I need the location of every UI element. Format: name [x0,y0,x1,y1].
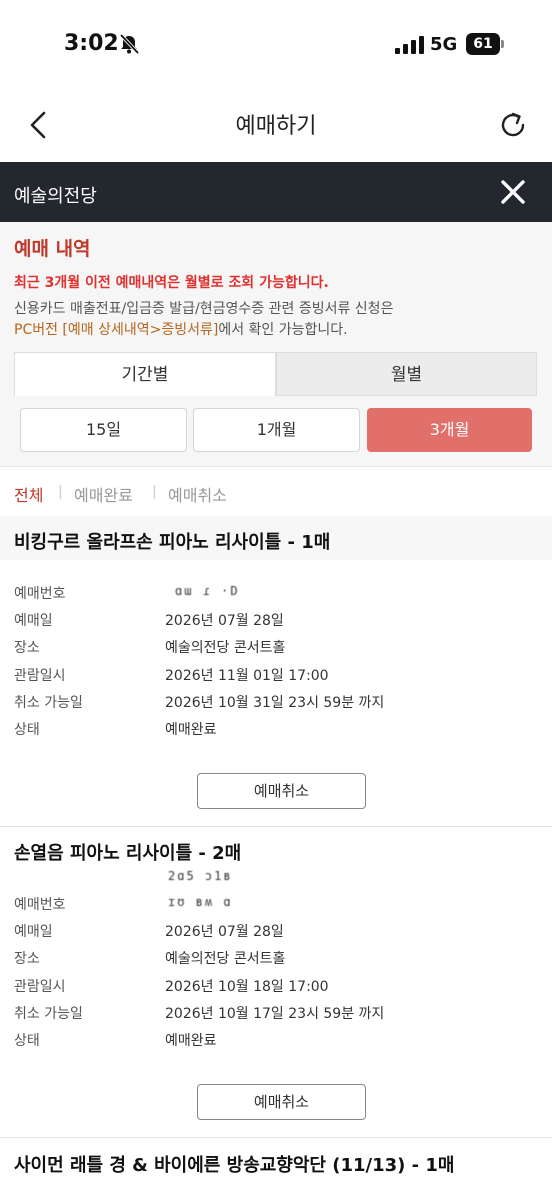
filter-completed[interactable]: 예매완료 [74,482,133,506]
tab-by-period[interactable]: 기간별 [14,352,276,396]
status-label: 상태 [14,722,40,738]
range-15-days-button[interactable]: 15일 [20,408,187,452]
status-bar: 3:02 5G 61 [0,0,552,90]
place-value: 예술의전당 콘서트홀 [165,640,286,656]
info-warning: 최근 3개월 이전 예매내역은 월별로 조회 가능합니다. [14,275,329,291]
booking-no-value: ɑɯ ɾ ·D [175,584,240,598]
show-datetime-value: 2026년 10월 18일 17:00 [165,979,329,995]
status-value: 예매완료 [165,722,217,738]
cancel-until-label: 취소 가능일 [14,695,83,711]
info-line-2-text: 에서 확인 가능합니다. [218,322,348,338]
status-time: 3:02 [64,31,119,56]
show-datetime-label: 관람일시 [14,979,66,995]
booking-title: 비킹구르 올라프손 피아노 리사이틀 - 1매 [14,532,331,553]
filter-separator: | [152,484,157,500]
booking-title: 손열음 피아노 리사이틀 - 2매 [14,843,242,864]
nav-header: 예매하기 [0,90,552,162]
page-title: 예매하기 [235,114,317,139]
venue-bar: 예술의전당 [0,162,552,222]
filter-separator: | [58,484,63,500]
booking-date-value: 2026년 07월 28일 [165,924,284,940]
refresh-icon[interactable] [498,110,528,140]
status-filter: 전체 | 예매완료 | 예매취소 [0,466,552,516]
booking-date-label: 예매일 [14,613,53,629]
booking-date-value: 2026년 07월 28일 [165,613,284,629]
cancel-until-value: 2026년 10월 17일 23시 59분 까지 [165,1006,385,1022]
show-datetime-label: 관람일시 [14,668,66,684]
place-value: 예술의전당 콘서트홀 [165,951,286,967]
booking-date-label: 예매일 [14,924,53,940]
status-label: 상태 [14,1033,40,1049]
battery-level: 61 [466,33,500,55]
pc-version-link[interactable]: PC버전 [예매 상세내역>증빙서류] [14,322,218,338]
place-label: 장소 [14,951,40,967]
network-label: 5G [430,34,458,55]
filter-all[interactable]: 전체 [14,482,43,506]
booking-no-label: 예매번호 [14,586,66,602]
booking-card: 비킹구르 올라프손 피아노 리사이틀 - 1매 예매번호 ɑɯ ɾ ·D 예매일… [0,516,552,826]
cancel-until-value: 2026년 10월 31일 23시 59분 까지 [165,695,385,711]
bell-muted-icon [119,33,140,55]
info-line-1: 신용카드 매출전표/입금증 발급/현금영수증 관련 증빙서류 신청은 [14,301,394,317]
cancel-until-label: 취소 가능일 [14,1006,83,1022]
show-datetime-value: 2026년 11월 01일 17:00 [165,668,329,684]
booking-info-section: 예매 내역 최근 3개월 이전 예매내역은 월별로 조회 가능합니다. 신용카드… [0,222,552,466]
info-line-2: PC버전 [예매 상세내역>증빙서류]에서 확인 가능합니다. [14,319,348,339]
signal-icon [395,36,424,54]
booking-card: 손열음 피아노 리사이틀 - 2매 2ɑ5 ɔ1ʙ 예매번호 ɪʊ ʙʍ ɑ 예… [0,827,552,1137]
booking-card: 사이먼 래틀 경 & 바이에른 방송교향악단 (11/13) - 1매 [0,1138,552,1200]
booking-title: 사이먼 래틀 경 & 바이에른 방송교향악단 (11/13) - 1매 [14,1155,455,1176]
filter-cancelled[interactable]: 예매취소 [168,482,227,506]
venue-title: 예술의전당 [14,186,97,207]
range-3-months-button[interactable]: 3개월 [367,408,532,452]
section-heading: 예매 내역 [14,238,91,260]
close-icon[interactable] [500,179,526,205]
range-1-month-button[interactable]: 1개월 [193,408,360,452]
period-tabs: 기간별 월별 [14,352,537,396]
range-selector: 15일 1개월 3개월 [0,408,552,452]
booking-no-label: 예매번호 [14,897,66,913]
battery-icon: 61 [466,33,504,55]
cancel-booking-button[interactable]: 예매취소 [197,773,366,809]
status-value: 예매완료 [165,1033,217,1049]
place-label: 장소 [14,640,40,656]
booking-no-value: ɪʊ ʙʍ ɑ [168,895,233,909]
booking-no-value-line-1: 2ɑ5 ɔ1ʙ [168,869,233,883]
tab-by-month[interactable]: 월별 [276,352,537,396]
cancel-booking-button[interactable]: 예매취소 [197,1084,366,1120]
